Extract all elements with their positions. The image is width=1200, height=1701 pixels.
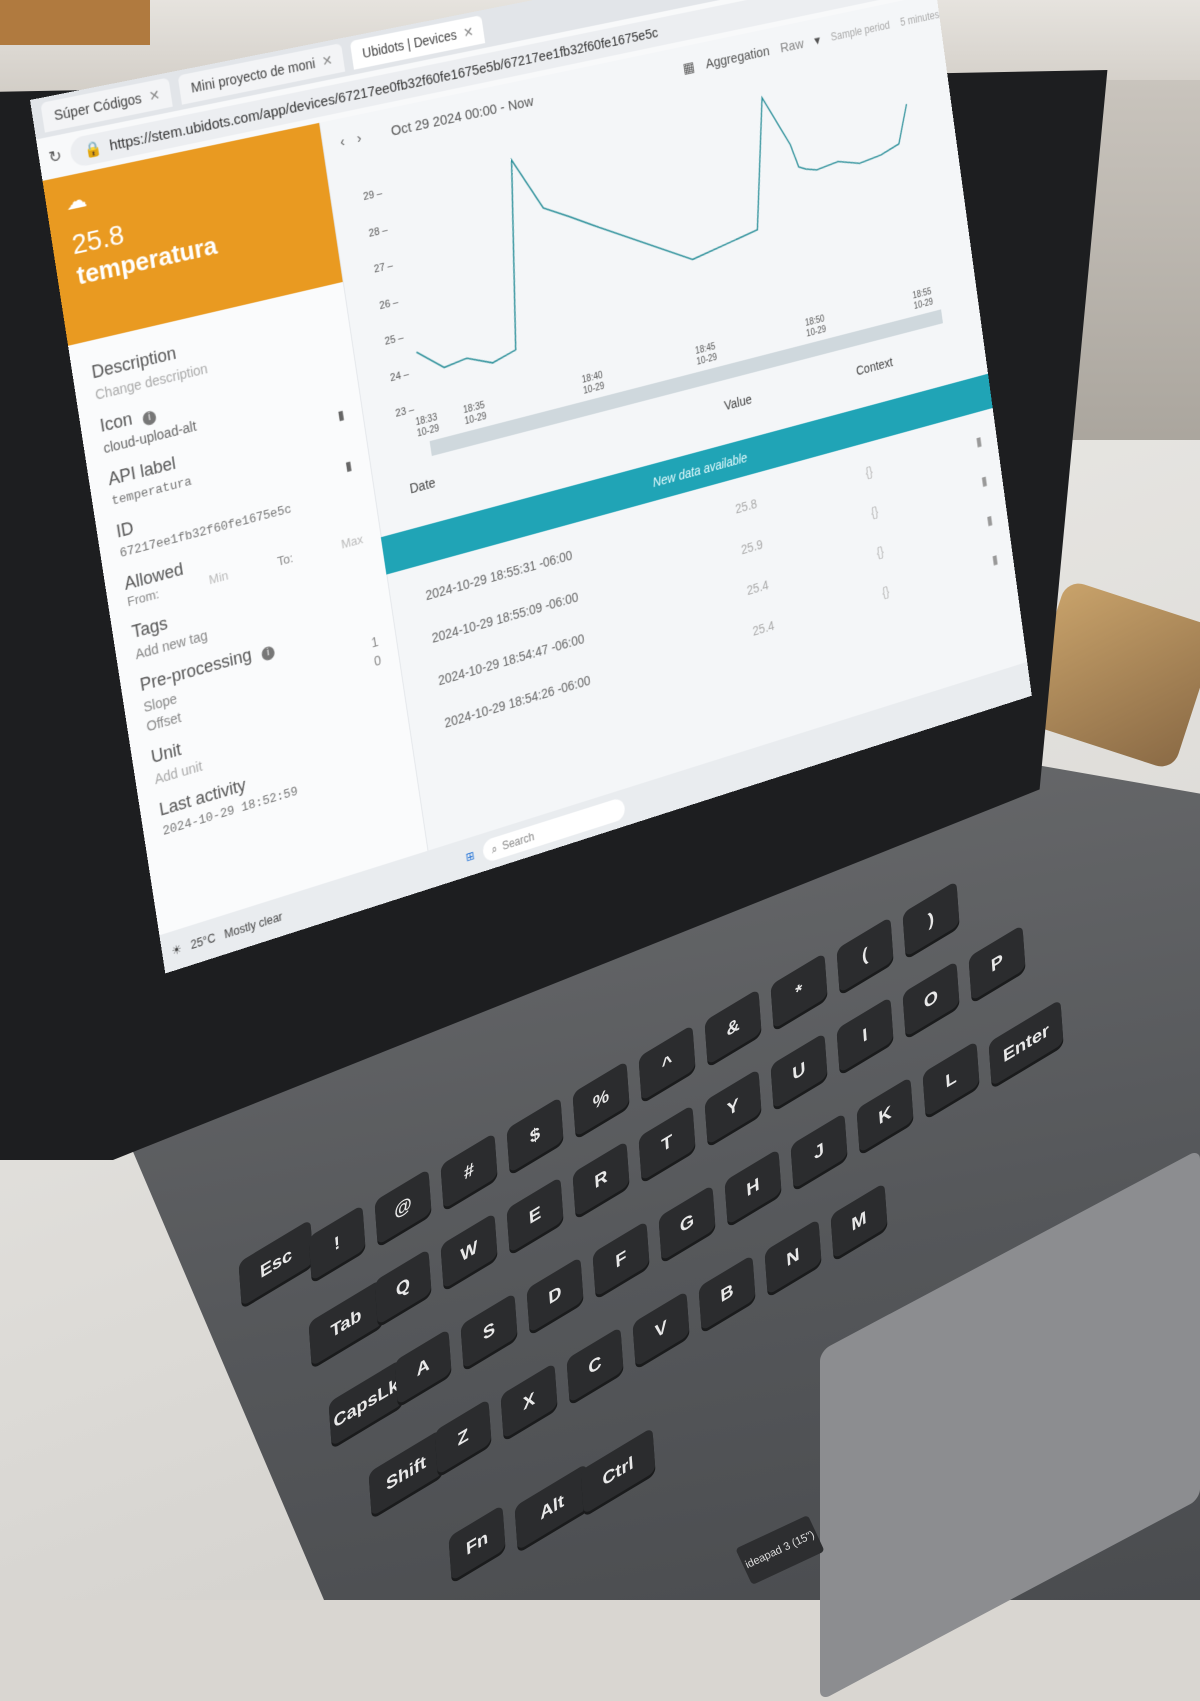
key-b[interactable]: B	[698, 1254, 756, 1332]
y-tick-label: 24 –	[389, 368, 410, 384]
sample-period-select[interactable]: 5 minutes	[899, 8, 940, 28]
key-fn[interactable]: Fn	[448, 1504, 506, 1582]
key-t[interactable]: T	[638, 1104, 696, 1182]
weather-icon: ☀	[170, 941, 183, 959]
key-[interactable]: !	[308, 1204, 366, 1282]
weather-temp: 25°C	[189, 930, 217, 953]
key-ctrl[interactable]: Ctrl	[580, 1427, 656, 1515]
icon-label-text: Icon	[98, 408, 134, 436]
y-tick-label: 23 –	[395, 403, 416, 419]
y-tick-label: 29 –	[363, 187, 384, 203]
reload-icon[interactable]: ↻	[47, 146, 63, 168]
key-[interactable]: &	[704, 988, 762, 1066]
key-w[interactable]: W	[440, 1212, 498, 1290]
key-d[interactable]: D	[526, 1256, 584, 1334]
key-capslk[interactable]: CapsLk	[328, 1359, 404, 1447]
key-[interactable]: )	[902, 880, 960, 958]
key-l[interactable]: L	[922, 1040, 980, 1118]
aggregation-select[interactable]: Raw	[779, 36, 804, 56]
key-n[interactable]: N	[764, 1218, 822, 1296]
key-o[interactable]: O	[902, 960, 960, 1038]
offset-value[interactable]: 0	[373, 652, 382, 669]
y-tick-label: 28 –	[368, 224, 389, 240]
key-z[interactable]: Z	[434, 1398, 492, 1476]
trash-icon[interactable]: ▮	[975, 433, 983, 449]
key-p[interactable]: P	[968, 924, 1026, 1002]
key-[interactable]: $	[506, 1096, 564, 1174]
tab-label: Súper Códigos	[52, 90, 143, 124]
key-h[interactable]: H	[724, 1148, 782, 1226]
key-g[interactable]: G	[658, 1184, 716, 1262]
sample-period-label: Sample period	[830, 18, 891, 44]
key-[interactable]: ^	[638, 1024, 696, 1102]
key-c[interactable]: C	[566, 1326, 624, 1404]
key-i[interactable]: I	[836, 996, 894, 1074]
key-q[interactable]: Q	[374, 1248, 432, 1326]
trash-icon[interactable]: ▮	[991, 551, 999, 567]
key-f[interactable]: F	[592, 1220, 650, 1298]
y-tick-label: 26 –	[379, 296, 400, 312]
key-v[interactable]: V	[632, 1290, 690, 1368]
weather-desc: Mostly clear	[223, 909, 284, 942]
windows-start-icon[interactable]: ⊞	[465, 849, 475, 865]
key-j[interactable]: J	[790, 1112, 848, 1190]
key-[interactable]: (	[836, 916, 894, 994]
search-icon: ⌕	[490, 841, 499, 856]
info-icon[interactable]: i	[141, 409, 157, 427]
copy-icon[interactable]: ▮	[337, 406, 346, 423]
slope-value[interactable]: 1	[370, 634, 379, 651]
key-e[interactable]: E	[506, 1176, 564, 1254]
key-tab[interactable]: Tab	[308, 1279, 384, 1367]
key-r[interactable]: R	[572, 1140, 630, 1218]
wooden-shelf	[0, 0, 150, 45]
key-y[interactable]: Y	[704, 1068, 762, 1146]
y-tick-label: 27 –	[373, 260, 394, 276]
key-m[interactable]: M	[830, 1182, 888, 1260]
close-icon[interactable]: ✕	[462, 23, 474, 41]
chevron-left-icon[interactable]: ‹	[339, 133, 346, 150]
chevron-right-icon[interactable]: ›	[356, 129, 363, 146]
key-x[interactable]: X	[500, 1362, 558, 1440]
id-label: ID	[114, 517, 135, 542]
to-label: To:	[276, 550, 294, 569]
search-placeholder: Search	[501, 829, 536, 853]
info-icon[interactable]: i	[260, 644, 276, 662]
key-alt[interactable]: Alt	[514, 1463, 590, 1551]
key-k[interactable]: K	[856, 1076, 914, 1154]
key-a[interactable]: A	[394, 1328, 452, 1406]
close-icon[interactable]: ✕	[321, 51, 334, 69]
key-[interactable]: *	[770, 952, 828, 1030]
key-s[interactable]: S	[460, 1292, 518, 1370]
close-icon[interactable]: ✕	[148, 86, 161, 105]
lock-icon: 🔒	[83, 139, 104, 160]
y-tick-label: 25 –	[384, 332, 405, 348]
trash-icon[interactable]: ▮	[986, 512, 994, 528]
copy-icon[interactable]: ▮	[344, 457, 353, 474]
aggregation-label: Aggregation	[704, 42, 771, 72]
key-[interactable]: @	[374, 1168, 432, 1246]
key-[interactable]: #	[440, 1132, 498, 1210]
key-enter[interactable]: Enter	[988, 999, 1064, 1087]
chevron-down-icon[interactable]: ▾	[813, 32, 821, 49]
key-shift[interactable]: Shift	[368, 1429, 444, 1517]
key-u[interactable]: U	[770, 1032, 828, 1110]
trash-icon[interactable]: ▮	[981, 472, 989, 488]
key-esc[interactable]: Esc	[238, 1219, 314, 1307]
calendar-icon[interactable]: ▦	[682, 58, 696, 77]
key-[interactable]: %	[572, 1060, 630, 1138]
